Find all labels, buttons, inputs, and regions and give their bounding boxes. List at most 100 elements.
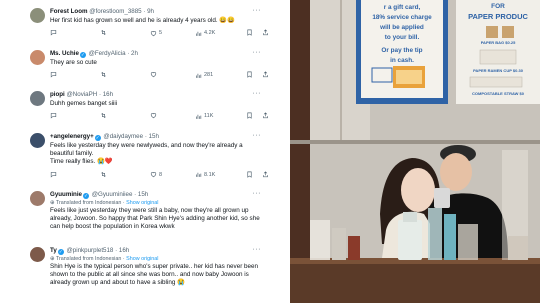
- like-button[interactable]: 5: [150, 29, 162, 37]
- translation-label: Translated from Indonesian: [55, 200, 122, 206]
- poster1-line: r a gift card,: [384, 4, 421, 11]
- bookmark-icon: [246, 112, 253, 119]
- views-icon: [195, 113, 202, 120]
- cafe-photo-image: r a gift card, 18% service charge will b…: [290, 0, 540, 303]
- author-handle[interactable]: @FerdyAlicia: [89, 50, 126, 57]
- timestamp[interactable]: · 15h: [134, 191, 148, 198]
- reply-button[interactable]: [50, 29, 59, 36]
- verified-badge-icon: ✓: [94, 134, 101, 141]
- tweet-header: piopi @NoviaPH · 16h: [50, 91, 113, 99]
- like-icon: [150, 171, 157, 178]
- author-name[interactable]: Forest Loom: [50, 8, 87, 15]
- author-name[interactable]: Ms. Uchie: [50, 50, 79, 57]
- reply-icon: [50, 71, 57, 78]
- retweet-icon: [100, 171, 107, 178]
- comment-feed: Forest Loom @forestloom_3885 · 9h ··· Her …: [0, 0, 281, 303]
- timestamp[interactable]: · 2h: [127, 50, 138, 57]
- tweet-text: Feels like just yesterday they were stil…: [50, 207, 260, 231]
- retweet-icon: [100, 112, 107, 119]
- views-button[interactable]: 11K: [195, 112, 213, 120]
- poster1-line: Or pay the tip: [381, 47, 422, 54]
- poster1-line: 18% service charge: [372, 14, 432, 21]
- views-button[interactable]: 4.2K: [195, 29, 215, 37]
- timestamp[interactable]: · 16h: [99, 91, 113, 98]
- share-button[interactable]: [262, 112, 269, 119]
- author-name[interactable]: Gyuuminie: [50, 191, 82, 198]
- author-name[interactable]: piopi: [50, 91, 65, 98]
- retweet-button[interactable]: [100, 112, 109, 119]
- like-count: 5: [159, 30, 163, 37]
- like-button[interactable]: [150, 71, 159, 78]
- bookmark-button[interactable]: [246, 71, 253, 78]
- like-button[interactable]: 8: [150, 171, 162, 179]
- bookmark-button[interactable]: [246, 171, 253, 178]
- retweet-icon: [100, 29, 107, 36]
- bookmark-button[interactable]: [246, 29, 253, 36]
- more-options-icon[interactable]: ···: [253, 7, 262, 14]
- avatar[interactable]: [30, 91, 45, 106]
- author-handle[interactable]: @Gyuuminiiee: [92, 191, 133, 198]
- timestamp[interactable]: · 9h: [143, 8, 154, 15]
- show-original-link[interactable]: Show original: [126, 256, 158, 262]
- views-icon: [195, 72, 202, 79]
- share-button[interactable]: [262, 29, 269, 36]
- bookmark-icon: [246, 171, 253, 178]
- author-name[interactable]: +angelenergy+: [50, 133, 94, 140]
- views-button[interactable]: 8.1K: [195, 171, 215, 179]
- share-icon: [262, 112, 269, 119]
- reply-button[interactable]: [50, 71, 59, 78]
- tweet-text: Duhh gemes banget siiii: [50, 100, 118, 107]
- tweet-text: Shin Hye is the typical person who's sup…: [50, 263, 259, 287]
- verified-badge-icon: ✓: [79, 51, 86, 58]
- reply-button[interactable]: [50, 112, 59, 119]
- author-handle[interactable]: @daiydaymee: [103, 133, 143, 140]
- more-options-icon[interactable]: ···: [253, 90, 262, 97]
- share-button[interactable]: [262, 171, 269, 178]
- verified-badge-icon: ✓: [82, 192, 89, 199]
- timestamp[interactable]: · 16h: [115, 247, 129, 254]
- poster2-title: PAPER PRODUC: [468, 12, 528, 21]
- bookmark-icon: [246, 71, 253, 78]
- poster1-line: will be applied: [379, 24, 424, 31]
- tweet-header: +angelenergy+ ✓ @daiydaymee · 15h: [50, 133, 159, 141]
- like-icon: [150, 30, 157, 37]
- tweet-header: Ty ✓ @pinkpurplet518 · 16h: [50, 247, 129, 255]
- author-handle[interactable]: @pinkpurplet518: [67, 247, 114, 254]
- author-name[interactable]: Ty: [50, 247, 57, 254]
- retweet-button[interactable]: [100, 29, 109, 36]
- more-options-icon[interactable]: ···: [253, 190, 262, 197]
- tweet-text: They are so cute: [50, 59, 97, 66]
- like-icon: [150, 71, 157, 78]
- poster1-line: to your bill.: [385, 34, 420, 41]
- like-count: 8: [159, 171, 163, 178]
- like-button[interactable]: [150, 112, 159, 119]
- show-original-link[interactable]: Show original: [126, 200, 158, 206]
- bookmark-icon: [246, 29, 253, 36]
- avatar[interactable]: [30, 8, 45, 23]
- more-options-icon[interactable]: ···: [253, 246, 262, 253]
- avatar[interactable]: [30, 133, 45, 148]
- share-button[interactable]: [262, 71, 269, 78]
- more-options-icon[interactable]: ···: [253, 132, 262, 139]
- avatar[interactable]: [30, 191, 45, 206]
- views-button[interactable]: 281: [195, 71, 213, 79]
- retweet-icon: [100, 71, 107, 78]
- author-handle[interactable]: @NoviaPH: [67, 91, 98, 98]
- avatar[interactable]: [30, 50, 45, 65]
- tweet-text: Feels like yesterday they were newlyweds…: [50, 142, 243, 166]
- translation-note: ⊕ Translated from Indonesian · Show orig…: [50, 256, 159, 262]
- reply-icon: [50, 171, 57, 178]
- retweet-button[interactable]: [100, 171, 109, 178]
- views-count: 8.1K: [204, 171, 216, 178]
- poster2-item: COMPOSTABLE STRAW $0: [472, 91, 525, 96]
- tweet-text: Her first kid has grown so well and he i…: [50, 17, 236, 24]
- avatar[interactable]: [30, 247, 45, 262]
- views-count: 4.2K: [204, 30, 216, 37]
- timestamp[interactable]: · 15h: [145, 133, 159, 140]
- action-bar: 8 8.1K: [50, 171, 268, 179]
- author-handle[interactable]: @forestloom_3885: [89, 8, 141, 15]
- retweet-button[interactable]: [100, 71, 109, 78]
- more-options-icon[interactable]: ···: [253, 49, 262, 56]
- reply-button[interactable]: [50, 171, 59, 178]
- bookmark-button[interactable]: [246, 112, 253, 119]
